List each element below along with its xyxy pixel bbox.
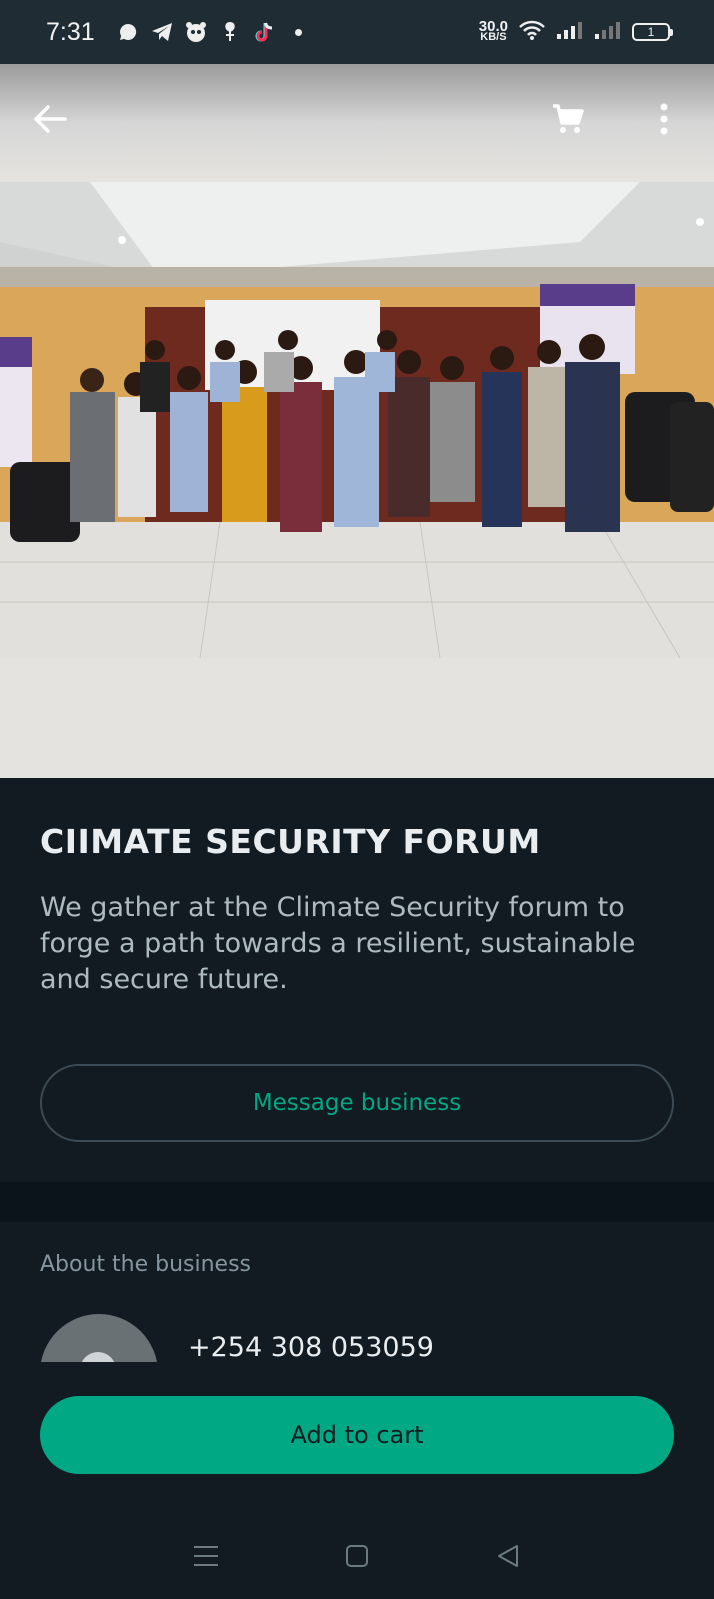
avatar-placeholder-icon [80, 1352, 116, 1362]
product-title: CIIMATE SECURITY FORUM [40, 822, 541, 861]
battery-icon: 1 [632, 23, 673, 41]
telegram-icon [151, 21, 173, 43]
home-square-icon[interactable] [337, 1536, 377, 1576]
about-title: About the business [40, 1252, 252, 1277]
status-right: 30.0 KB/S 1 [478, 18, 673, 45]
status-time: 7:31 [46, 17, 95, 46]
product-details: CIIMATE SECURITY FORUM We gather at the … [0, 778, 714, 1182]
message-business-button[interactable]: Message business [40, 1064, 674, 1142]
signal-icon [556, 20, 584, 44]
more-vert-icon[interactable] [644, 99, 684, 139]
cart-icon[interactable] [548, 99, 588, 139]
notification-icon [219, 21, 241, 43]
signal-icon-2 [594, 20, 622, 44]
back-triangle-icon[interactable] [488, 1536, 528, 1576]
system-nav-bar [0, 1512, 714, 1599]
about-business-section: About the business +254 308 053059 [0, 1222, 714, 1362]
top-app-bar [0, 64, 714, 174]
status-dot [294, 28, 302, 36]
add-to-cart-button[interactable]: Add to cart [40, 1396, 674, 1474]
status-bar: 7:31 30.0 KB/S 1 [0, 0, 714, 64]
product-description: We gather at the Climate Security forum … [40, 892, 636, 995]
product-photo[interactable] [0, 182, 714, 658]
tiktok-icon [253, 21, 275, 43]
notification-icons [117, 21, 302, 43]
wifi-icon [518, 19, 546, 45]
whatsapp-icon [117, 21, 139, 43]
menu-icon[interactable] [186, 1536, 226, 1576]
net-speed: 30.0 KB/S [478, 18, 508, 43]
business-phone[interactable]: +254 308 053059 [188, 1332, 434, 1362]
section-divider [0, 1182, 714, 1222]
cart-area: Add to cart [0, 1362, 714, 1512]
panda-icon [185, 21, 207, 43]
back-arrow-icon[interactable] [30, 99, 70, 139]
business-avatar[interactable] [40, 1314, 158, 1362]
